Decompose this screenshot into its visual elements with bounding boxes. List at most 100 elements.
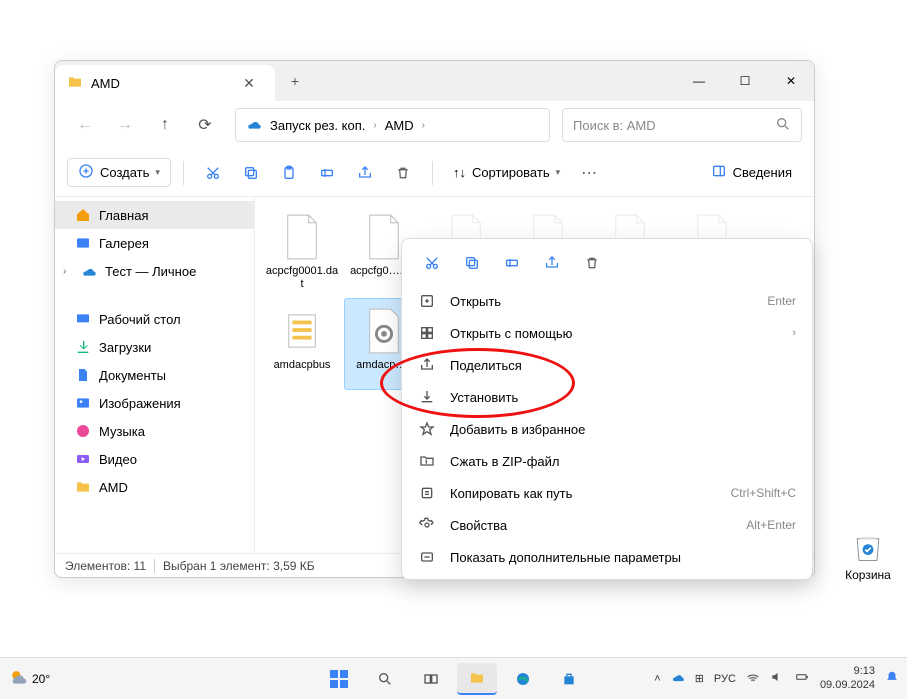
file-item[interactable]: amdacpbus: [263, 299, 341, 389]
taskbar: 20° ˄ ⊞ РУС 9:13 09.09.2024: [0, 657, 907, 699]
chevron-down-icon: ▾: [556, 167, 561, 178]
separator: [183, 161, 184, 185]
delete-button[interactable]: [574, 249, 610, 277]
context-share[interactable]: Поделиться: [408, 349, 806, 381]
chevron-right-icon: ›: [792, 327, 796, 339]
file-item[interactable]: acpcfg0001.dat: [263, 205, 341, 295]
new-tab-button[interactable]: +: [275, 61, 315, 101]
desktop-icon: [75, 311, 91, 327]
cut-button[interactable]: [414, 249, 450, 277]
sort-button[interactable]: ↑↓ Сортировать ▾: [445, 161, 568, 184]
close-tab-icon[interactable]: ✕: [235, 75, 263, 92]
share-icon: [418, 357, 436, 373]
sidebar-item-amd[interactable]: AMD: [55, 473, 254, 501]
zip-icon: [418, 453, 436, 469]
context-favorite[interactable]: Добавить в избранное: [408, 413, 806, 445]
network-icon[interactable]: [746, 670, 760, 687]
context-open-with[interactable]: Открыть с помощью ›: [408, 317, 806, 349]
delete-button[interactable]: [386, 157, 420, 189]
video-icon: [75, 451, 91, 467]
star-icon: [418, 421, 436, 437]
volume-icon[interactable]: [770, 670, 784, 687]
sidebar-item-music[interactable]: Музыка: [55, 417, 254, 445]
address-bar[interactable]: Запуск рез. коп. › AMD ›: [235, 108, 550, 142]
chevron-right-icon[interactable]: ›: [63, 266, 73, 277]
language-indicator[interactable]: РУС: [714, 673, 736, 685]
context-menu: Открыть Enter Открыть с помощью › Подели…: [401, 238, 813, 580]
battery-icon[interactable]: [794, 670, 810, 687]
onedrive-tray-icon[interactable]: [671, 670, 685, 687]
maximize-button[interactable]: ☐: [722, 61, 768, 101]
breadcrumb-root[interactable]: Запуск рез. коп.: [270, 118, 365, 133]
sidebar-item-pictures[interactable]: Изображения: [55, 389, 254, 417]
share-button[interactable]: [534, 249, 570, 277]
status-count: Элементов: 11: [65, 559, 146, 573]
store-app[interactable]: [549, 663, 589, 695]
sort-icon: ↑↓: [453, 165, 466, 180]
cut-button[interactable]: [196, 157, 230, 189]
tray-chevron-icon[interactable]: ˄: [654, 673, 660, 685]
sidebar-item-downloads[interactable]: Загрузки: [55, 333, 254, 361]
context-more[interactable]: Показать дополнительные параметры: [408, 541, 806, 573]
sidebar-item-videos[interactable]: Видео: [55, 445, 254, 473]
onedrive-icon: [81, 263, 97, 279]
folder-icon: [67, 74, 83, 93]
notifications-icon[interactable]: [885, 670, 899, 687]
tab-title: AMD: [91, 76, 120, 91]
context-open[interactable]: Открыть Enter: [408, 285, 806, 317]
sidebar-item-desktop[interactable]: Рабочий стол: [55, 305, 254, 333]
open-icon: [418, 293, 436, 309]
search-input[interactable]: Поиск в: AMD: [562, 108, 802, 142]
navbar: ← → ↑ ⟳ Запуск рез. коп. › AMD › Поиск в…: [55, 101, 814, 149]
context-copy-path[interactable]: Копировать как путь Ctrl+Shift+C: [408, 477, 806, 509]
rename-button[interactable]: [310, 157, 344, 189]
toolbar: Создать ▾ ↑↓ Сортировать ▾ ⋯ Сведения: [55, 149, 814, 197]
back-button[interactable]: ←: [67, 109, 103, 141]
rename-button[interactable]: [494, 249, 530, 277]
document-icon: [75, 367, 91, 383]
more-button[interactable]: ⋯: [572, 157, 606, 189]
sidebar-item-home[interactable]: Главная: [55, 201, 254, 229]
sidebar-item-documents[interactable]: Документы: [55, 361, 254, 389]
breadcrumb-folder[interactable]: AMD: [385, 118, 414, 133]
create-button[interactable]: Создать ▾: [67, 158, 171, 187]
titlebar: AMD ✕ + — ☐ ✕: [55, 61, 814, 101]
copy-button[interactable]: [234, 157, 268, 189]
copy-button[interactable]: [454, 249, 490, 277]
plus-circle-icon: [78, 163, 94, 182]
sidebar-item-personal[interactable]: › Тест — Личное: [55, 257, 254, 285]
inf-file-icon: [363, 305, 405, 357]
edge-app[interactable]: [503, 663, 543, 695]
up-button[interactable]: ↑: [147, 109, 183, 141]
gallery-icon: [75, 235, 91, 251]
sidebar-item-gallery[interactable]: Галерея: [55, 229, 254, 257]
tray-app-icon[interactable]: ⊞: [695, 672, 704, 685]
forward-button[interactable]: →: [107, 109, 143, 141]
context-install[interactable]: Установить: [408, 381, 806, 413]
search-button[interactable]: [365, 663, 405, 695]
more-icon: [418, 549, 436, 565]
onedrive-icon: [246, 116, 262, 135]
minimize-button[interactable]: —: [676, 61, 722, 101]
separator: [432, 161, 433, 185]
close-button[interactable]: ✕: [768, 61, 814, 101]
share-button[interactable]: [348, 157, 382, 189]
weather-widget[interactable]: 20°: [8, 667, 50, 690]
clock[interactable]: 9:13 09.09.2024: [820, 665, 875, 691]
task-view-button[interactable]: [411, 663, 451, 695]
dat-file-icon: [281, 211, 323, 263]
explorer-app[interactable]: [457, 663, 497, 695]
status-selected: Выбран 1 элемент: 3,59 КБ: [163, 559, 315, 573]
details-button[interactable]: Сведения: [701, 159, 802, 186]
copy-path-icon: [418, 485, 436, 501]
refresh-button[interactable]: ⟳: [187, 109, 223, 141]
context-zip[interactable]: Сжать в ZIP-файл: [408, 445, 806, 477]
separator: [154, 559, 155, 573]
chevron-down-icon: ▾: [155, 167, 160, 178]
desktop-trash[interactable]: Корзина: [840, 526, 896, 582]
taskbar-center: [319, 663, 589, 695]
context-properties[interactable]: Свойства Alt+Enter: [408, 509, 806, 541]
start-button[interactable]: [319, 663, 359, 695]
paste-button[interactable]: [272, 157, 306, 189]
tab-amd[interactable]: AMD ✕: [55, 65, 275, 101]
